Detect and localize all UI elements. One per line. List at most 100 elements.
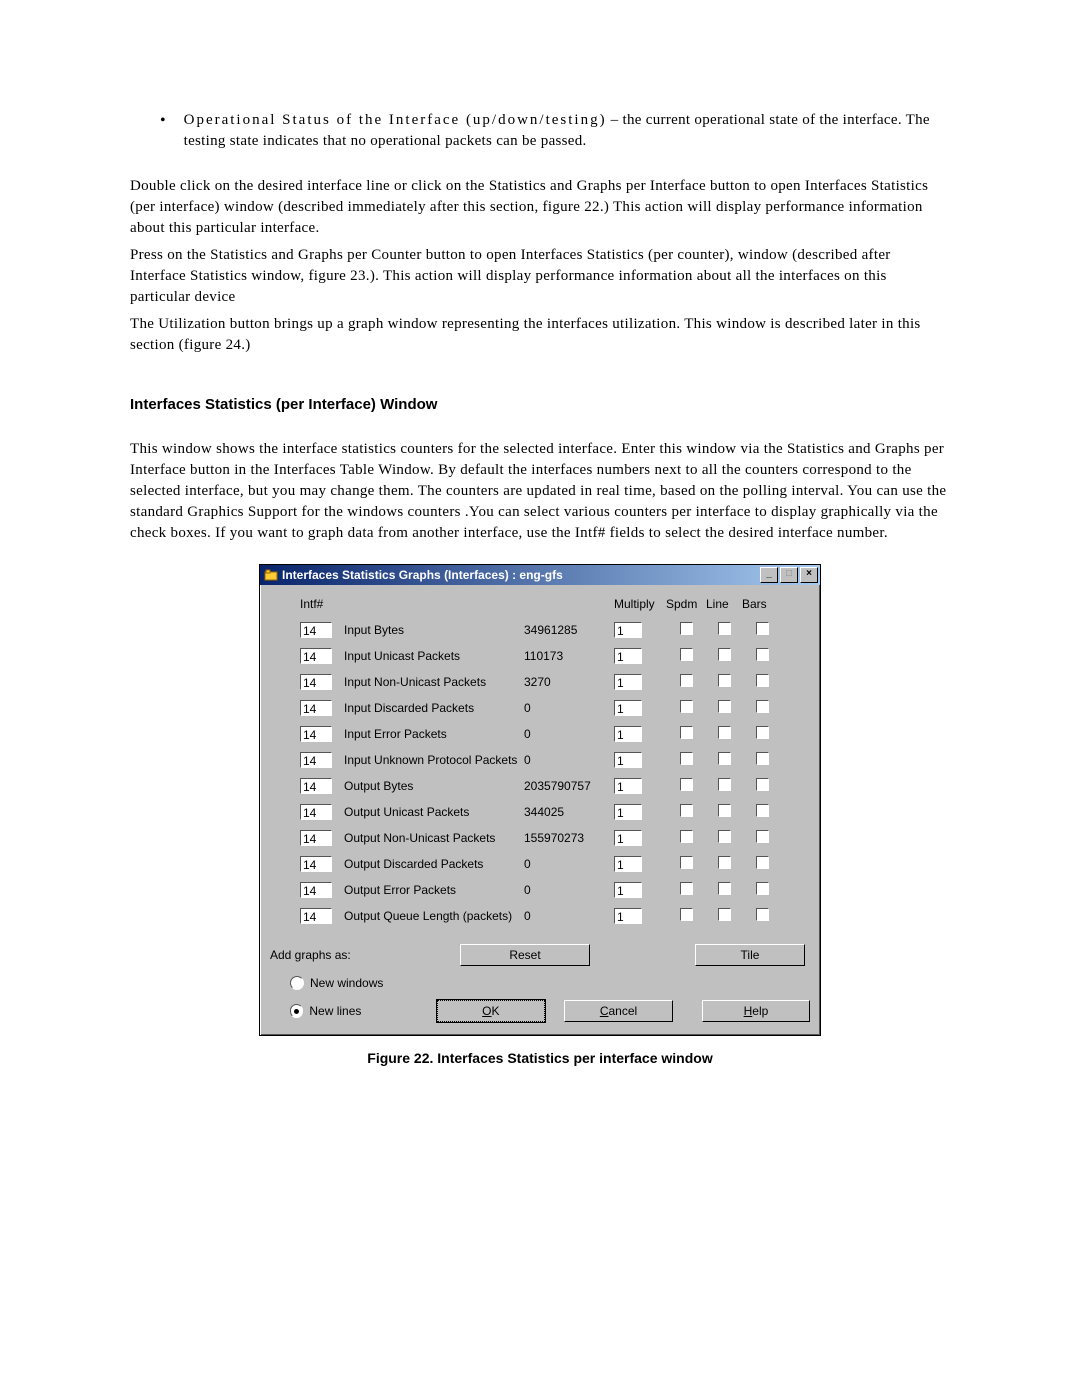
cancel-button[interactable]: Cancel <box>564 1000 672 1022</box>
table-row: 14Input Error Packets01 <box>270 721 810 747</box>
table-row: 14Input Unknown Protocol Packets01 <box>270 747 810 773</box>
spdm-checkbox[interactable] <box>680 726 693 739</box>
dialog-window: Interfaces Statistics Graphs (Interfaces… <box>259 564 821 1036</box>
counter-name: Output Error Packets <box>344 883 524 897</box>
multiply-input[interactable]: 1 <box>614 700 642 716</box>
counter-name: Output Non-Unicast Packets <box>344 831 524 845</box>
header-bars: Bars <box>742 597 782 611</box>
bars-checkbox[interactable] <box>756 882 769 895</box>
counter-name: Input Unicast Packets <box>344 649 524 663</box>
intf-input[interactable]: 14 <box>300 804 332 820</box>
intf-input[interactable]: 14 <box>300 674 332 690</box>
bars-checkbox[interactable] <box>756 622 769 635</box>
counter-name: Input Unknown Protocol Packets <box>344 753 524 767</box>
line-checkbox[interactable] <box>718 700 731 713</box>
line-checkbox[interactable] <box>718 674 731 687</box>
line-checkbox[interactable] <box>718 778 731 791</box>
line-checkbox[interactable] <box>718 882 731 895</box>
bullet-item: • Operational Status of the Interface (u… <box>130 110 950 152</box>
intf-input[interactable]: 14 <box>300 830 332 846</box>
paragraph-3: The Utilization button brings up a graph… <box>130 314 950 356</box>
counter-name: Output Bytes <box>344 779 524 793</box>
ok-button[interactable]: OK <box>437 1000 545 1022</box>
table-row: 14 Input Bytes349612851 <box>270 617 810 643</box>
spdm-checkbox[interactable] <box>680 804 693 817</box>
app-icon <box>264 568 278 582</box>
line-checkbox[interactable] <box>718 648 731 661</box>
intf-input[interactable]: 14 <box>300 752 332 768</box>
bars-checkbox[interactable] <box>756 648 769 661</box>
radio-new-lines[interactable] <box>290 1004 304 1018</box>
spdm-checkbox[interactable] <box>680 778 693 791</box>
close-button[interactable]: × <box>800 567 818 583</box>
intf-input[interactable]: 14 <box>300 726 332 742</box>
intf-input[interactable]: 14 <box>300 882 332 898</box>
intf-input[interactable]: 14 <box>300 700 332 716</box>
counter-name: Input Non-Unicast Packets <box>344 675 524 689</box>
bars-checkbox[interactable] <box>756 674 769 687</box>
multiply-input[interactable]: 1 <box>614 882 642 898</box>
reset-button[interactable]: Reset <box>460 944 590 966</box>
spdm-checkbox[interactable] <box>680 674 693 687</box>
counter-value: 34961285 <box>524 623 614 637</box>
tile-button[interactable]: Tile <box>695 944 805 966</box>
table-row: 14 Output Non-Unicast Packets1559702731 <box>270 825 810 851</box>
minimize-button[interactable]: _ <box>760 567 778 583</box>
counter-value: 155970273 <box>524 831 614 845</box>
spdm-checkbox[interactable] <box>680 856 693 869</box>
counter-value: 0 <box>524 701 614 715</box>
header-line: Line <box>706 597 742 611</box>
multiply-input[interactable]: 1 <box>614 726 642 742</box>
line-checkbox[interactable] <box>718 804 731 817</box>
intf-input[interactable]: 14 <box>300 622 332 638</box>
spdm-checkbox[interactable] <box>680 622 693 635</box>
radio-new-windows[interactable] <box>290 976 304 990</box>
table-row: 14Output Queue Length (packets)01 <box>270 903 810 929</box>
line-checkbox[interactable] <box>718 752 731 765</box>
intf-input[interactable]: 14 <box>300 908 332 924</box>
multiply-input[interactable]: 1 <box>614 778 642 794</box>
figure-caption: Figure 22. Interfaces Statistics per int… <box>130 1050 950 1066</box>
line-checkbox[interactable] <box>718 830 731 843</box>
bars-checkbox[interactable] <box>756 804 769 817</box>
multiply-input[interactable]: 1 <box>614 830 642 846</box>
bars-checkbox[interactable] <box>756 726 769 739</box>
line-checkbox[interactable] <box>718 908 731 921</box>
counter-name: Input Bytes <box>344 623 524 637</box>
bars-checkbox[interactable] <box>756 778 769 791</box>
spdm-checkbox[interactable] <box>680 882 693 895</box>
intf-input[interactable]: 14 <box>300 778 332 794</box>
multiply-input[interactable]: 1 <box>614 674 642 690</box>
bars-checkbox[interactable] <box>756 830 769 843</box>
spdm-checkbox[interactable] <box>680 700 693 713</box>
table-row: 14Output Discarded Packets01 <box>270 851 810 877</box>
intf-input[interactable]: 14 <box>300 648 332 664</box>
bars-checkbox[interactable] <box>756 856 769 869</box>
spdm-checkbox[interactable] <box>680 752 693 765</box>
multiply-input[interactable]: 1 <box>614 622 642 638</box>
bars-checkbox[interactable] <box>756 700 769 713</box>
table-row: 14 Input Unicast Packets1101731 <box>270 643 810 669</box>
line-checkbox[interactable] <box>718 856 731 869</box>
multiply-input[interactable]: 1 <box>614 752 642 768</box>
radio-new-lines-label: New lines <box>309 1004 402 1018</box>
spdm-checkbox[interactable] <box>680 908 693 921</box>
bars-checkbox[interactable] <box>756 752 769 765</box>
counter-name: Input Error Packets <box>344 727 524 741</box>
counter-value: 110173 <box>524 649 614 663</box>
multiply-input[interactable]: 1 <box>614 908 642 924</box>
window-title: Interfaces Statistics Graphs (Interfaces… <box>282 568 760 582</box>
bars-checkbox[interactable] <box>756 908 769 921</box>
counter-value: 0 <box>524 909 614 923</box>
multiply-input[interactable]: 1 <box>614 648 642 664</box>
intf-input[interactable]: 14 <box>300 856 332 872</box>
spdm-checkbox[interactable] <box>680 830 693 843</box>
spdm-checkbox[interactable] <box>680 648 693 661</box>
line-checkbox[interactable] <box>718 726 731 739</box>
titlebar[interactable]: Interfaces Statistics Graphs (Interfaces… <box>260 565 820 585</box>
multiply-input[interactable]: 1 <box>614 804 642 820</box>
paragraph-2: Press on the Statistics and Graphs per C… <box>130 245 950 308</box>
multiply-input[interactable]: 1 <box>614 856 642 872</box>
help-button[interactable]: Help <box>702 1000 810 1022</box>
line-checkbox[interactable] <box>718 622 731 635</box>
